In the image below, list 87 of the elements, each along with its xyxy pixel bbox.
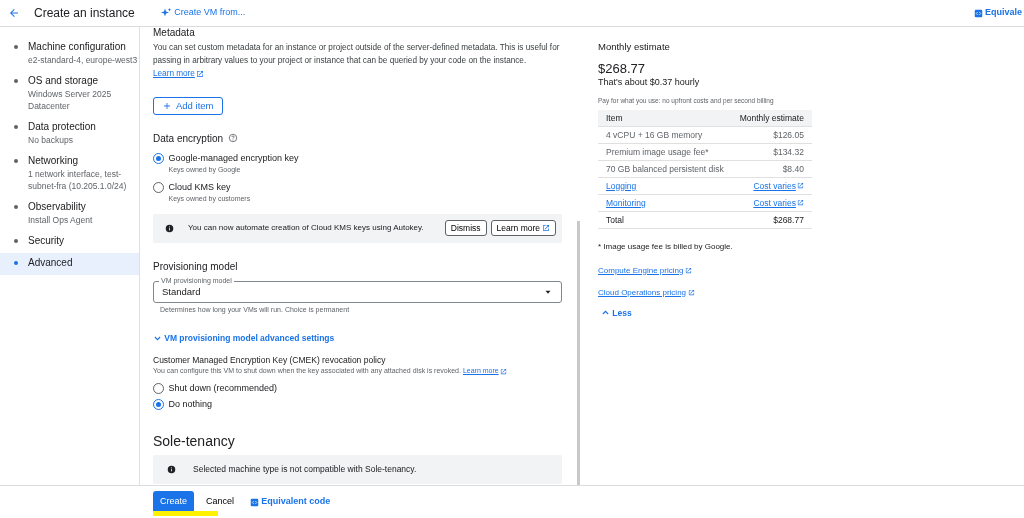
banner-text: Selected machine type is not compatible with Sole-tenancy. (193, 463, 417, 476)
dismiss-button[interactable]: Dismiss (444, 220, 487, 237)
pricing-link[interactable]: Cloud Operations pricing (598, 286, 696, 299)
external-link-icon (688, 289, 696, 296)
radio-label: Google-managed encryption key (168, 152, 299, 164)
info-icon (165, 223, 174, 233)
radio-label: Do nothing (168, 398, 213, 410)
cost-link[interactable]: Cost varies (753, 197, 804, 208)
section-heading: Provisioning model (153, 259, 239, 274)
bullet-icon (14, 239, 18, 243)
section-heading: Metadata (153, 27, 196, 39)
external-link-icon (542, 224, 550, 233)
sidebar-item-title: Observability (28, 200, 87, 214)
footnote: * Image usage fee is billed by Google. (598, 240, 734, 253)
table-cell: $126.05 (731, 126, 812, 143)
select-value: Standard (162, 285, 201, 299)
section-subheading: Customer Managed Encryption Key (CMEK) revocation policy (153, 354, 387, 366)
bullet-icon (14, 125, 18, 129)
bullet-icon (14, 261, 18, 265)
sidebar-item-title: Security (28, 234, 65, 248)
page-title: Create an instance (34, 5, 136, 22)
sidebar-item-title: Machine configuration (28, 40, 127, 54)
sidebar-item-title: OS and storage (28, 74, 100, 88)
table-link[interactable]: Logging (606, 180, 637, 191)
external-link-icon (499, 367, 507, 375)
section-heading: Sole-tenancy (153, 432, 236, 449)
learn-more-button[interactable]: Learn more (490, 220, 556, 237)
help-icon (227, 133, 238, 144)
chevron-down-icon (153, 334, 162, 343)
hourly-estimate: That's about $0.37 hourly (598, 76, 701, 90)
scrollbar-thumb[interactable] (577, 221, 580, 485)
metadata-description: You can set custom metadata for an instance or project outside of the server-defined metadata. This is useful for passing in arbitrary values to your project or instance that can be queried by your code on the instance. Learn more (153, 42, 561, 80)
sidebar-item-subtitle: No backups (28, 134, 74, 146)
column-header: Item (598, 109, 732, 126)
advanced-settings-toggle[interactable]: VM provisioning model advanced settings (153, 332, 335, 345)
bullet-icon (14, 205, 18, 209)
table-cell: $134.32 (731, 143, 812, 160)
bullet-icon (14, 45, 18, 49)
radio-label: Cloud KMS key (168, 181, 232, 193)
table-cell: $268.77 (731, 211, 812, 228)
estimate-heading: Monthly estimate (598, 40, 671, 54)
table-link[interactable]: Monitoring (606, 197, 646, 208)
highlight-mark (153, 511, 218, 516)
equivalent-code-button[interactable]: Equivalent code (250, 495, 331, 509)
sidebar-item[interactable]: OS and storage Windows Server 2025 Datacenter (0, 71, 139, 117)
back-arrow-icon (8, 6, 20, 19)
cancel-button[interactable]: Cancel (206, 495, 235, 509)
table-cell: Premium image usage fee* (598, 143, 732, 160)
cost-link[interactable]: Cost varies (753, 180, 804, 191)
pricing-link[interactable]: Compute Engine pricing (598, 264, 693, 277)
sidebar-item[interactable]: Networking 1 network interface, test-subnet-fra (10.205.1.0/24) (0, 151, 139, 197)
equivalent-code-button[interactable]: Equivale (973, 6, 1022, 20)
bullet-icon (14, 79, 18, 83)
add-item-button[interactable]: Add item (153, 97, 223, 116)
banner-text: You can now automate creation of Cloud KMS keys using Autokey. (188, 222, 425, 235)
external-link-icon (796, 199, 804, 206)
sidebar-item[interactable]: Machine configuration e2-standard-4, europe-west3 (0, 37, 139, 71)
create-button[interactable]: Create (153, 491, 194, 513)
sidebar-item[interactable]: Advanced (0, 253, 139, 275)
sidebar-item[interactable]: Data protection No backups (0, 117, 139, 151)
sidebar-item-subtitle: Windows Server 2025 Datacenter (28, 88, 113, 112)
table-cell: $8.40 (731, 160, 812, 177)
table-cell: 70 GB balanced persistent disk (598, 160, 732, 177)
table-cell: 4 vCPU + 16 GB memory (598, 126, 732, 143)
external-link-icon (796, 182, 804, 189)
code-icon (973, 8, 983, 18)
create-from-button[interactable]: Create VM from... (160, 6, 246, 20)
sidebar-item[interactable]: Security (0, 231, 139, 253)
bullet-icon (14, 159, 18, 163)
section-heading: Data encryption (153, 131, 224, 146)
column-header: Monthly estimate (731, 109, 812, 126)
sidebar-item-subtitle: Install Ops Agent (28, 214, 93, 226)
sidebar-item-title: Advanced (28, 256, 73, 270)
sidebar-item[interactable]: Observability Install Ops Agent (0, 197, 139, 231)
sidebar-item-subtitle: e2-standard-4, europe-west3 (28, 54, 138, 66)
sidebar-item-title: Data protection (28, 120, 96, 134)
less-toggle[interactable]: Less (601, 306, 632, 320)
sidebar-item-subtitle: 1 network interface, test-subnet-fra (10.205.1.0/24) (28, 168, 128, 192)
learn-more-link[interactable]: Learn more (153, 69, 204, 78)
info-icon (167, 464, 176, 474)
code-icon (250, 497, 260, 507)
radio-label: Shut down (recommended) (168, 382, 278, 394)
sidebar-item-title: Networking (28, 154, 80, 168)
table-cell: Total (598, 211, 732, 228)
external-link-icon (685, 267, 693, 274)
estimate-total: $268.77 (598, 61, 646, 77)
external-link-icon (195, 69, 204, 78)
